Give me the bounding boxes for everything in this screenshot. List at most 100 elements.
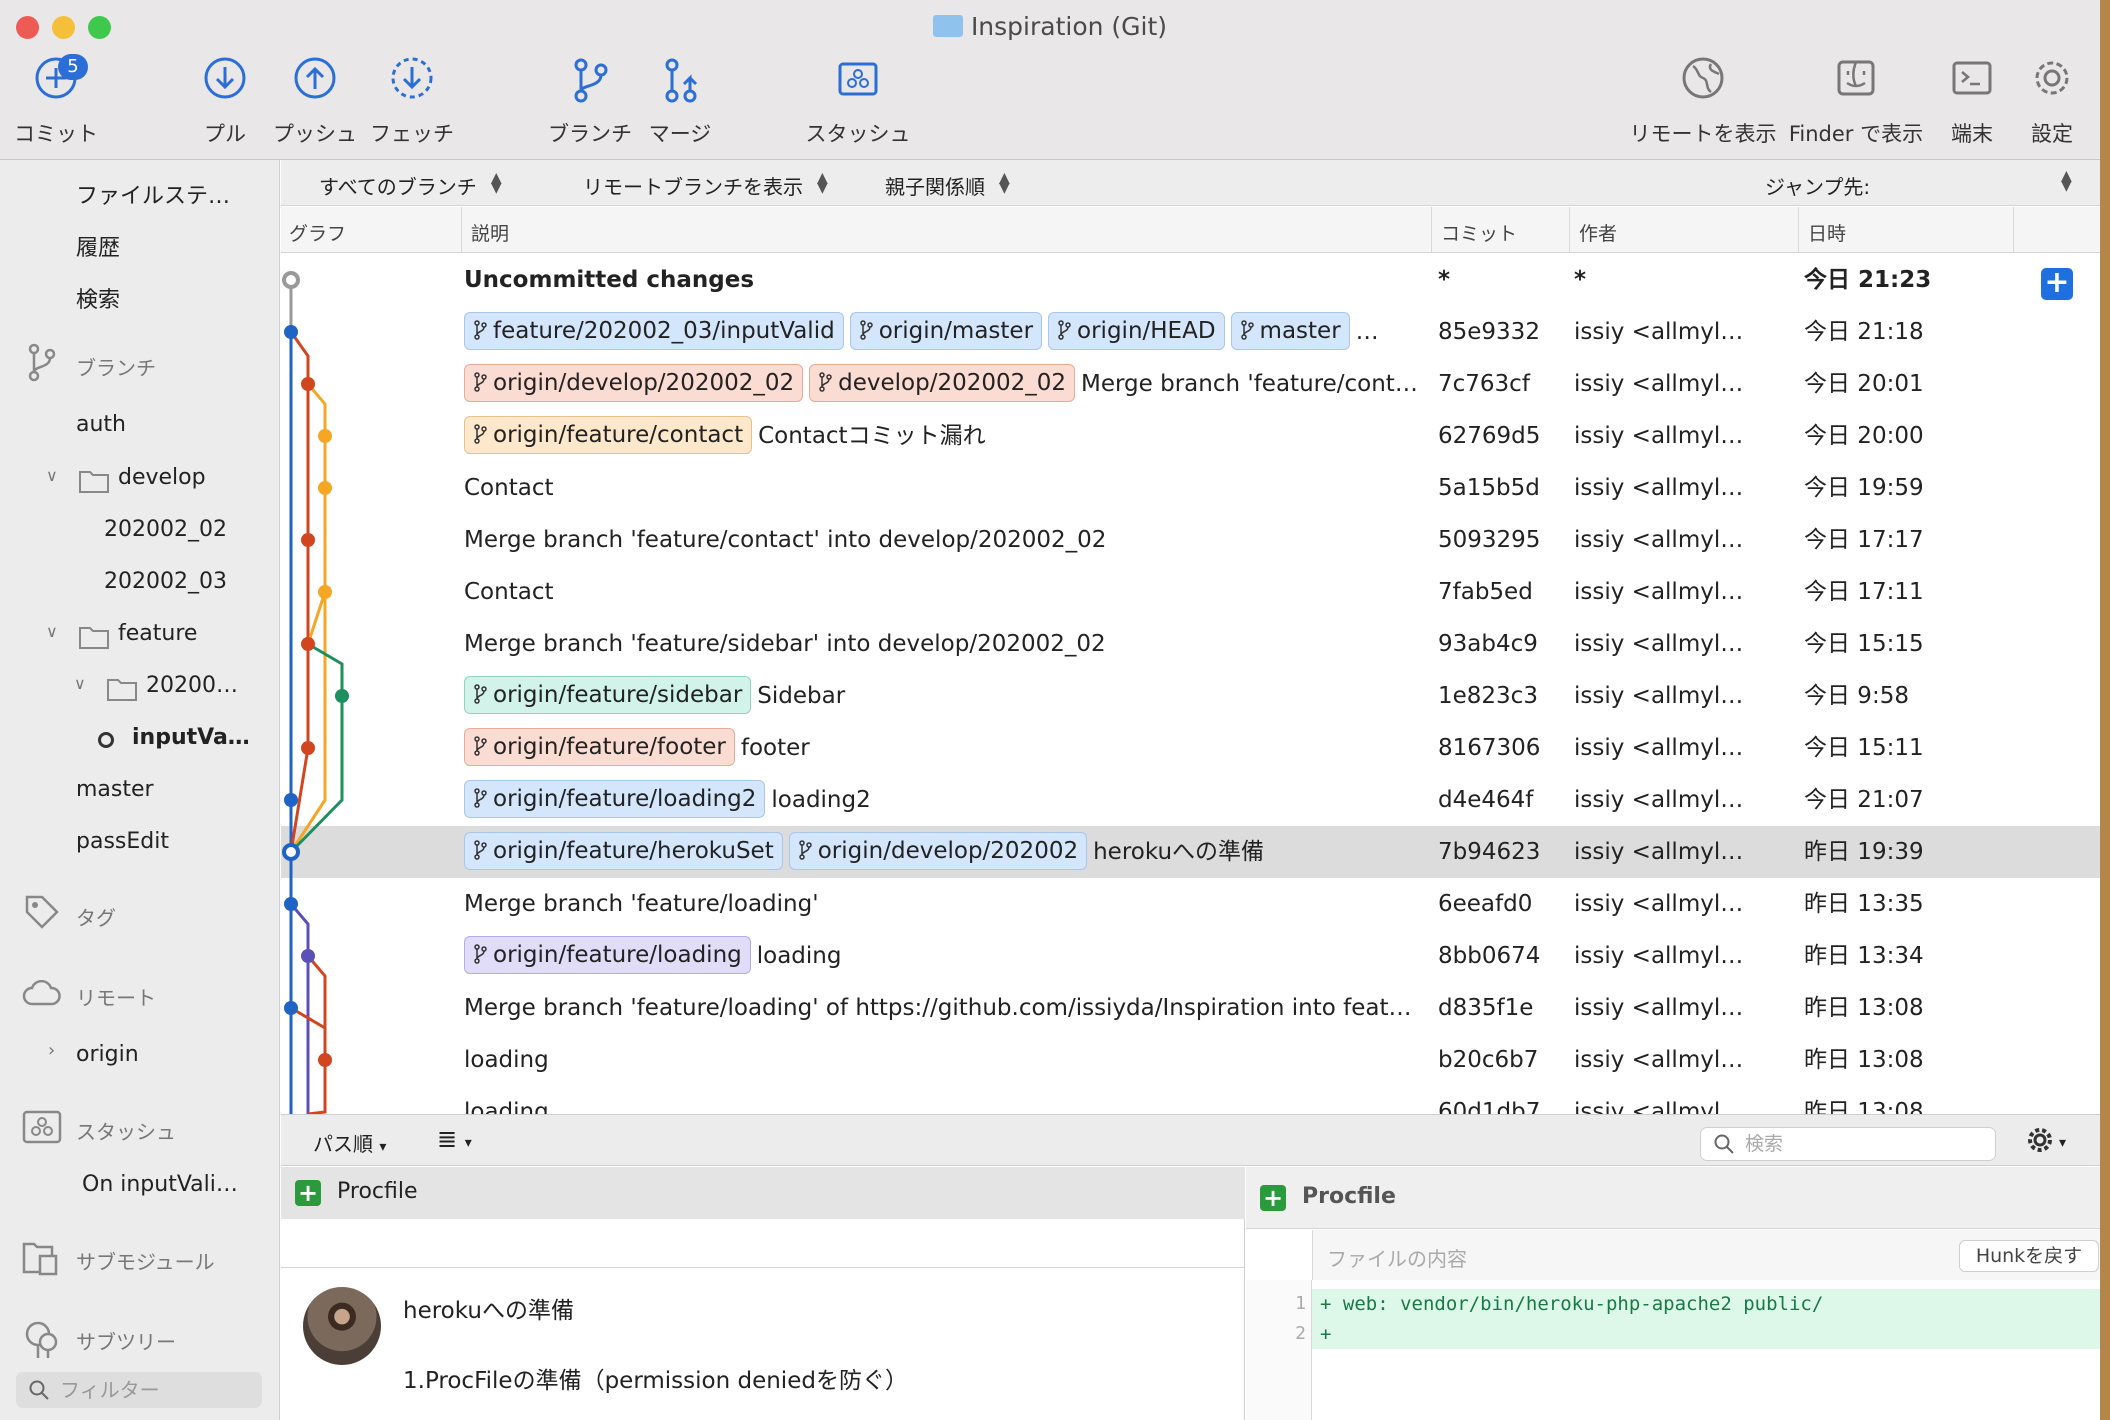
sidebar-folder-feature[interactable]: feature bbox=[118, 621, 197, 646]
commit-node[interactable] bbox=[301, 949, 315, 963]
terminal-button[interactable]: 端末 bbox=[1942, 56, 2002, 148]
commit-row[interactable]: Merge branch 'feature/contact' into deve… bbox=[281, 514, 2100, 566]
commit-row[interactable]: loading 60d1db7 issiy <allmylifewr… 昨日 13:0… bbox=[281, 1086, 2100, 1114]
commit-node[interactable] bbox=[318, 585, 332, 599]
commit-row[interactable]: origin/feature/sidebar Sidebar 1e823c3 issi… bbox=[281, 670, 2100, 722]
commit-node[interactable] bbox=[318, 481, 332, 495]
submodule-header[interactable]: サブモジュール bbox=[76, 1246, 215, 1275]
branch-tag[interactable]: origin/develop/202002 bbox=[788, 832, 1088, 870]
commit-row[interactable]: Merge branch 'feature/sidebar' into deve… bbox=[281, 618, 2100, 670]
jump-to-stepper[interactable]: ▲ ▼ bbox=[2061, 169, 2072, 197]
diff-search-input[interactable]: 検索 bbox=[1700, 1127, 1996, 1161]
branch-tag[interactable]: origin/HEAD bbox=[1048, 312, 1225, 350]
branch-tag[interactable]: origin/feature/sidebar bbox=[464, 676, 752, 714]
commit-list[interactable]: Uncommitted changes * * 今日 21:23 feature/202… bbox=[281, 254, 2100, 1114]
branch-tag[interactable]: develop/202002_02 bbox=[809, 364, 1076, 402]
stash-button[interactable]: スタッシュ bbox=[800, 56, 916, 148]
revert-hunk-button[interactable]: Hunkを戻す bbox=[1959, 1240, 2099, 1272]
commit-row[interactable]: Contact 5a15b5d issiy <allmylifewr… 今日 19:5… bbox=[281, 462, 2100, 514]
push-button[interactable]: プッシュ bbox=[270, 56, 360, 148]
commit-node[interactable] bbox=[318, 1053, 332, 1067]
sidebar-branch-inputvalid[interactable]: inputVa… bbox=[132, 725, 250, 750]
sidebar-branch-develop-202002-03[interactable]: 202002_03 bbox=[104, 569, 227, 594]
column-divider[interactable] bbox=[2013, 207, 2014, 253]
commit-row[interactable]: origin/feature/herokuSet origin/develop/2… bbox=[281, 826, 2100, 878]
commit-node[interactable] bbox=[301, 533, 315, 547]
commit-row[interactable]: Merge branch 'feature/loading' of https:… bbox=[281, 982, 2100, 1034]
diff-settings-button[interactable]: ▾ bbox=[2025, 1125, 2066, 1160]
commit-node[interactable] bbox=[301, 637, 315, 651]
column-divider[interactable] bbox=[461, 207, 462, 253]
sidebar-item-history[interactable]: 履歴 bbox=[76, 230, 120, 262]
subtree-header[interactable]: サブツリー bbox=[76, 1326, 176, 1355]
branch-tag[interactable]: origin/feature/herokuSet bbox=[464, 832, 783, 870]
commit-node[interactable] bbox=[301, 741, 315, 755]
commit-row[interactable]: origin/feature/loading2 loading2 d4e464f is… bbox=[281, 774, 2100, 826]
tags-header[interactable]: タグ bbox=[76, 902, 116, 931]
commit-row[interactable]: feature/202002_03/inputValid origin/maste… bbox=[281, 306, 2100, 358]
column-divider[interactable] bbox=[1798, 207, 1799, 253]
remotes-header[interactable]: リモート bbox=[76, 982, 156, 1011]
commit-button[interactable]: コミット bbox=[10, 56, 102, 148]
changed-file-item[interactable]: + Procfile bbox=[281, 1167, 1245, 1219]
sidebar-branch-passedit[interactable]: passEdit bbox=[76, 829, 169, 854]
sidebar-filter-input[interactable]: フィルター bbox=[16, 1372, 262, 1408]
commit-node[interactable] bbox=[282, 271, 300, 289]
branch-tag[interactable]: origin/develop/202002_02 bbox=[464, 364, 804, 402]
diff-line-added[interactable]: + bbox=[1312, 1319, 2100, 1349]
commit-node[interactable] bbox=[284, 793, 298, 807]
sidebar-stash-item[interactable]: On inputVali… bbox=[82, 1172, 238, 1197]
branch-tag[interactable]: origin/feature/loading2 bbox=[464, 780, 766, 818]
list-view-menu[interactable]: ≣ ▾ bbox=[437, 1125, 472, 1153]
stash-header[interactable]: スタッシュ bbox=[76, 1116, 176, 1145]
show-remote-button[interactable]: リモートを表示 bbox=[1628, 56, 1778, 148]
commit-node[interactable] bbox=[284, 897, 298, 911]
sidebar-branch-develop-202002-02[interactable]: 202002_02 bbox=[104, 517, 227, 542]
order-select[interactable]: 親子関係順 ▲ ▼ bbox=[885, 171, 1010, 200]
column-divider[interactable] bbox=[1431, 207, 1432, 253]
commit-node[interactable] bbox=[318, 429, 332, 443]
order-menu[interactable]: パス順 ▾ bbox=[313, 1128, 386, 1157]
chevron-down-icon[interactable]: ∨ bbox=[46, 622, 58, 641]
branch-filter-select[interactable]: すべてのブランチ ▲ ▼ bbox=[319, 171, 502, 200]
jump-to-select[interactable]: ジャンプ先: bbox=[1765, 171, 1870, 200]
merge-button[interactable]: マージ bbox=[640, 56, 720, 148]
settings-button[interactable]: 設定 bbox=[2022, 56, 2082, 148]
branches-header[interactable]: ブランチ bbox=[76, 352, 156, 381]
commit-row[interactable]: Uncommitted changes * * 今日 21:23 bbox=[281, 254, 2100, 306]
branch-tag[interactable]: origin/feature/loading bbox=[464, 936, 751, 974]
commit-row[interactable]: origin/feature/contact Contactコミット漏れ 62769… bbox=[281, 410, 2100, 462]
sidebar-item-file-status[interactable]: ファイルステ… bbox=[76, 178, 230, 210]
commit-row[interactable]: origin/feature/footer footer 8167306 issiy … bbox=[281, 722, 2100, 774]
chevron-down-icon[interactable]: ∨ bbox=[46, 466, 58, 485]
add-commit-button[interactable]: + bbox=[2041, 268, 2073, 300]
diff-line-added[interactable]: + web: vendor/bin/heroku-php-apache2 pub… bbox=[1312, 1289, 2100, 1319]
remote-filter-select[interactable]: リモートブランチを表示 ▲ ▼ bbox=[583, 171, 828, 200]
commit-row[interactable]: Merge branch 'feature/loading' 6eeafd0 iss… bbox=[281, 878, 2100, 930]
commit-row[interactable]: Contact 7fab5ed issiy <allmylifewr… 今日 17:1… bbox=[281, 566, 2100, 618]
sidebar-branch-auth[interactable]: auth bbox=[76, 412, 126, 437]
commit-row[interactable]: origin/develop/202002_02 develop/202002_0… bbox=[281, 358, 2100, 410]
commit-node[interactable] bbox=[282, 843, 300, 861]
branch-button[interactable]: ブランチ bbox=[548, 56, 632, 148]
branch-tag[interactable]: origin/master bbox=[849, 312, 1043, 350]
sidebar-branch-master[interactable]: master bbox=[76, 777, 154, 802]
commit-row[interactable]: origin/feature/loading loading 8bb0674 issi… bbox=[281, 930, 2100, 982]
commit-node[interactable] bbox=[335, 689, 349, 703]
branch-tag[interactable]: feature/202002_03/inputValid bbox=[464, 312, 844, 350]
chevron-down-icon[interactable]: ∨ bbox=[74, 674, 86, 693]
commit-node[interactable] bbox=[284, 325, 298, 339]
sidebar-folder-develop[interactable]: develop bbox=[118, 465, 206, 490]
sidebar-remote-origin[interactable]: origin bbox=[76, 1042, 139, 1067]
column-divider[interactable] bbox=[1569, 207, 1570, 253]
fetch-button[interactable]: フェッチ bbox=[367, 56, 457, 148]
pull-button[interactable]: プル bbox=[195, 56, 255, 148]
branch-tag[interactable]: master bbox=[1230, 312, 1350, 350]
commit-node[interactable] bbox=[284, 1001, 298, 1015]
sidebar-folder-feature-202002[interactable]: 20200… bbox=[146, 673, 238, 698]
sidebar-item-search[interactable]: 検索 bbox=[76, 282, 120, 314]
branch-tag[interactable]: origin/feature/footer bbox=[464, 728, 735, 766]
branch-tag[interactable]: origin/feature/contact bbox=[464, 416, 753, 454]
show-finder-button[interactable]: Finder で表示 bbox=[1786, 56, 1926, 148]
commit-node[interactable] bbox=[301, 377, 315, 391]
